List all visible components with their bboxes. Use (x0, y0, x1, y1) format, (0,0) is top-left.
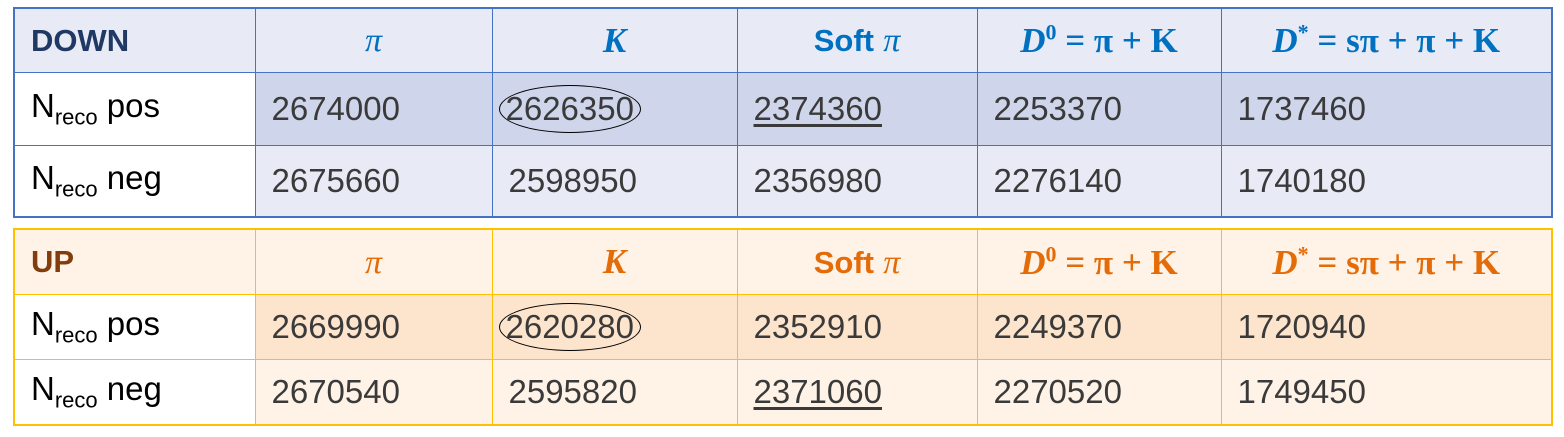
down-row-neg: Nreco neg 2675660 2598950 2356980 227614… (13, 145, 1553, 218)
table-cell: 2352910 (736, 294, 978, 360)
circle-annotation: 2626350 (498, 85, 641, 133)
down-header-soft-pi: Soft π (736, 7, 978, 73)
down-header-pi: π (254, 7, 493, 73)
circle-annotation: 2620280 (498, 303, 641, 351)
up-table: UP π K Soft π D0 = π + K D* = sπ + π + K… (13, 228, 1553, 426)
table-cell: 2253370 (976, 72, 1222, 146)
table-cell: 2669990 (254, 294, 493, 360)
up-header-dstar: D* = sπ + π + K (1220, 228, 1553, 295)
table-cell: 2598950 (491, 145, 738, 218)
up-header-row: UP π K Soft π D0 = π + K D* = sπ + π + K (13, 228, 1553, 295)
up-title: UP (13, 228, 256, 295)
up-header-k: K (491, 228, 738, 295)
table-cell-circled: 2626350 (491, 72, 738, 146)
table-cell: 2276140 (976, 145, 1222, 218)
table-cell: 1740180 (1220, 145, 1553, 218)
table-cell-circled: 2620280 (491, 294, 738, 360)
table-cell: 1737460 (1220, 72, 1553, 146)
down-header-dstar: D* = sπ + π + K (1220, 7, 1553, 73)
table-cell: 1720940 (1220, 294, 1553, 360)
table-cell: 2670540 (254, 359, 493, 426)
up-row-label-neg: Nreco neg (13, 359, 256, 426)
up-header-soft-pi: Soft π (736, 228, 978, 295)
down-header-row: DOWN π K Soft π D0 = π + K D* = sπ + π +… (13, 7, 1553, 73)
table-cell-underlined: 2374360 (736, 72, 978, 146)
table-cell: 2675660 (254, 145, 493, 218)
down-row-label-neg: Nreco neg (13, 145, 256, 218)
table-cell: 2270520 (976, 359, 1222, 426)
down-header-k: K (491, 7, 738, 73)
up-header-pi: π (254, 228, 493, 295)
up-row-label-pos: Nreco pos (13, 294, 256, 360)
table-cell: 2674000 (254, 72, 493, 146)
up-row-pos: Nreco pos 2669990 2620280 2352910 224937… (13, 294, 1553, 360)
up-header-d0: D0 = π + K (976, 228, 1222, 295)
up-row-neg: Nreco neg 2670540 2595820 2371060 227052… (13, 359, 1553, 426)
down-row-label-pos: Nreco pos (13, 72, 256, 146)
down-table: DOWN π K Soft π D0 = π + K D* = sπ + π +… (13, 7, 1553, 218)
table-cell: 1749450 (1220, 359, 1553, 426)
down-title: DOWN (13, 7, 256, 73)
table-cell: 2356980 (736, 145, 978, 218)
table-cell-underlined: 2371060 (736, 359, 978, 426)
table-cell: 2249370 (976, 294, 1222, 360)
down-header-d0: D0 = π + K (976, 7, 1222, 73)
table-cell: 2595820 (491, 359, 738, 426)
down-row-pos: Nreco pos 2674000 2626350 2374360 225337… (13, 72, 1553, 146)
